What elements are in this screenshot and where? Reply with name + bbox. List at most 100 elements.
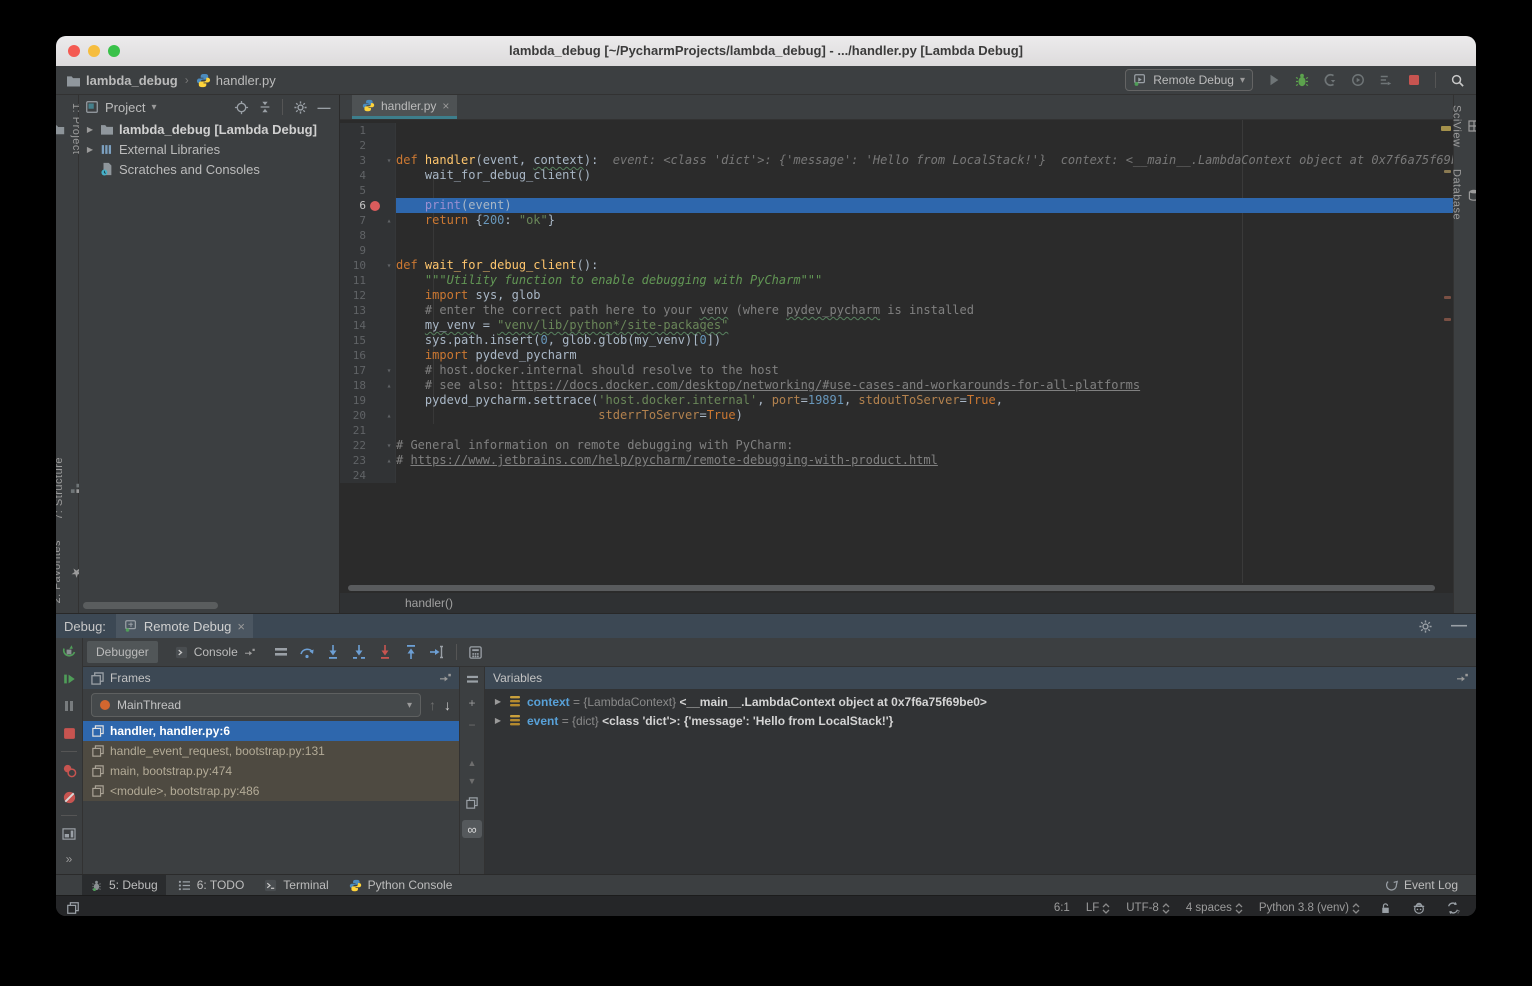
editor-gutter[interactable]: 11: [340, 273, 396, 288]
tab-debugger[interactable]: Debugger: [87, 641, 158, 663]
attach-debugger-icon[interactable]: [1321, 71, 1339, 89]
editor-gutter[interactable]: 18▴: [340, 378, 396, 393]
fold-marker-icon[interactable]: [383, 168, 395, 183]
fold-marker-icon[interactable]: ▴: [383, 453, 395, 468]
step-into-my-code-button[interactable]: [350, 643, 368, 661]
editor-horizontal-scrollbar[interactable]: [340, 583, 1453, 593]
view-options-icon[interactable]: [272, 643, 290, 661]
code-line[interactable]: 18▴ # see also: https://docs.docker.com/…: [340, 378, 1453, 393]
step-out-button[interactable]: [402, 643, 420, 661]
sidebar-item-structure[interactable]: 7: Structure: [56, 457, 81, 520]
expand-arrow-icon[interactable]: ▶: [493, 716, 503, 725]
editor-gutter[interactable]: 8: [340, 228, 396, 243]
code-line[interactable]: 17▾ # host.docker.internal should resolv…: [340, 363, 1453, 378]
toolbar-item-todo[interactable]: 6: TODO: [170, 875, 253, 895]
add-watch-button[interactable]: +: [468, 696, 475, 710]
fold-marker-icon[interactable]: [383, 123, 395, 138]
editor-gutter[interactable]: 4: [340, 168, 396, 183]
frame-row[interactable]: main, bootstrap.py:474: [83, 761, 459, 781]
code-line[interactable]: 9: [340, 243, 1453, 258]
run-to-cursor-button[interactable]: [428, 643, 446, 661]
pin-icon[interactable]: [1456, 673, 1468, 683]
project-panel-title[interactable]: Project: [105, 100, 145, 115]
stop-button[interactable]: [1405, 71, 1423, 89]
fold-marker-icon[interactable]: [383, 318, 395, 333]
sidebar-item-database[interactable]: Database: [1451, 169, 1477, 220]
code-line[interactable]: 20▴ stderrToServer=True): [340, 408, 1453, 423]
variable-row[interactable]: ▶ event = {dict} <class 'dict'>: {'messa…: [485, 711, 1476, 730]
fold-marker-icon[interactable]: [383, 273, 395, 288]
gear-icon[interactable]: [1416, 617, 1434, 635]
restore-layout-button[interactable]: [60, 825, 78, 843]
thread-select[interactable]: MainThread ▾: [91, 693, 421, 717]
toolbar-item-terminal[interactable]: Terminal: [256, 875, 336, 895]
editor-gutter[interactable]: 19: [340, 393, 396, 408]
editor-gutter[interactable]: 15: [340, 333, 396, 348]
editor-gutter[interactable]: 9: [340, 243, 396, 258]
code-line[interactable]: 2: [340, 138, 1453, 153]
code-line[interactable]: 22▾# General information on remote debug…: [340, 438, 1453, 453]
editor-gutter[interactable]: 6: [340, 198, 396, 213]
show-watches-toggle[interactable]: ∞: [462, 820, 482, 838]
sync-status-icon[interactable]: ?: [1444, 899, 1462, 916]
editor-gutter[interactable]: 24: [340, 468, 396, 483]
fold-marker-icon[interactable]: ▴: [383, 408, 395, 423]
toolbar-item-python-console[interactable]: Python Console: [341, 875, 461, 895]
tree-item-external-libraries[interactable]: ▶ External Libraries: [79, 139, 339, 159]
lock-icon[interactable]: [1376, 899, 1394, 916]
code-line[interactable]: 3▾def handler(event, context): event: <c…: [340, 153, 1453, 168]
rerun-button[interactable]: [60, 643, 78, 661]
move-down-button[interactable]: ▼: [468, 776, 477, 786]
editor-breadcrumb[interactable]: handler(): [340, 593, 1453, 613]
frame-row[interactable]: <module>, bootstrap.py:486: [83, 781, 459, 801]
debug-session-tab[interactable]: Remote Debug ×: [116, 614, 253, 638]
fold-marker-icon[interactable]: ▴: [383, 378, 395, 393]
mute-breakpoints-button[interactable]: [60, 788, 78, 806]
remove-watch-button[interactable]: −: [468, 718, 475, 732]
highlighting-level-icon[interactable]: [1410, 899, 1428, 916]
editor-gutter[interactable]: 23▴: [340, 453, 396, 468]
code-line[interactable]: 23▴# https://www.jetbrains.com/help/pych…: [340, 453, 1453, 468]
debug-button[interactable]: [1293, 71, 1311, 89]
pin-icon[interactable]: [439, 673, 451, 683]
editor-gutter[interactable]: 20▴: [340, 408, 396, 423]
expand-arrow-icon[interactable]: ▶: [85, 145, 95, 154]
tab-handler-py[interactable]: handler.py ×: [352, 95, 457, 119]
chevron-down-icon[interactable]: ▾: [151, 102, 156, 113]
close-tab-icon[interactable]: ×: [442, 99, 449, 113]
fold-marker-icon[interactable]: [383, 468, 395, 483]
stripe-mark[interactable]: [1444, 296, 1451, 299]
caret-position[interactable]: 6:1: [1054, 902, 1070, 914]
editor-gutter[interactable]: 16: [340, 348, 396, 363]
toolbar-item-debug[interactable]: 5: Debug: [82, 875, 166, 895]
editor-gutter[interactable]: 12: [340, 288, 396, 303]
force-step-into-button[interactable]: [376, 643, 394, 661]
code-line[interactable]: 10▾def wait_for_debug_client():: [340, 258, 1453, 273]
fold-marker-icon[interactable]: [383, 333, 395, 348]
options-icon[interactable]: [463, 670, 481, 688]
run-button[interactable]: [1265, 71, 1283, 89]
code-line[interactable]: 8: [340, 228, 1453, 243]
editor-gutter[interactable]: 2: [340, 138, 396, 153]
fold-marker-icon[interactable]: [383, 303, 395, 318]
fold-marker-icon[interactable]: [383, 288, 395, 303]
fold-marker-icon[interactable]: ▴: [383, 213, 395, 228]
breakpoint-icon[interactable]: [370, 201, 380, 211]
code-line[interactable]: 24: [340, 468, 1453, 483]
code-line[interactable]: 12 import sys, glob: [340, 288, 1453, 303]
hide-panel-button[interactable]: —: [315, 98, 333, 116]
code-line[interactable]: 1: [340, 123, 1453, 138]
stop-button[interactable]: [60, 724, 78, 742]
code-line[interactable]: 5: [340, 183, 1453, 198]
fold-marker-icon[interactable]: [383, 348, 395, 363]
project-horizontal-scrollbar[interactable]: [83, 602, 218, 609]
more-icon[interactable]: »: [66, 852, 73, 866]
tree-item-project-root[interactable]: ▶ lambda_debug [Lambda Debug]: [79, 119, 339, 139]
editor-gutter[interactable]: 1: [340, 123, 396, 138]
close-session-icon[interactable]: ×: [237, 619, 245, 634]
editor-gutter[interactable]: 14: [340, 318, 396, 333]
stripe-mark[interactable]: [1444, 318, 1451, 321]
encoding-select[interactable]: UTF-8: [1126, 902, 1170, 914]
gear-icon[interactable]: [291, 98, 309, 116]
next-frame-button[interactable]: ↓: [444, 697, 451, 713]
